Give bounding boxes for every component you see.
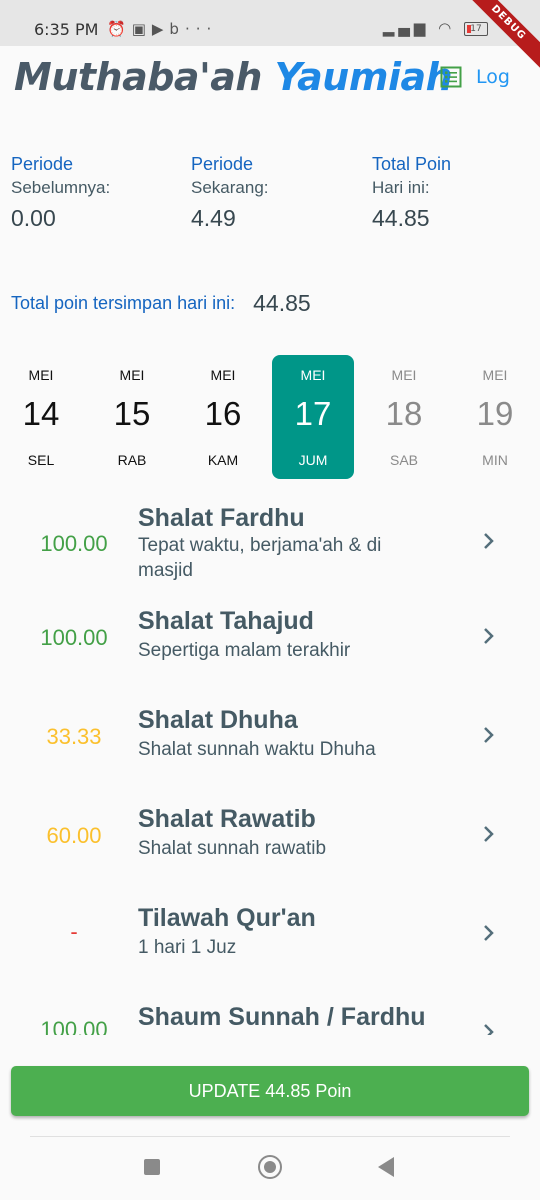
- date-item-selected[interactable]: MEI 17 JUM: [272, 355, 354, 479]
- activity-subtitle: Shalat sunnah waktu Dhuha: [138, 739, 376, 760]
- date-weekday: KAM: [207, 452, 239, 468]
- wifi-icon: ◠: [438, 19, 456, 37]
- stat-previous-period: Periode Sebelumnya: 0.00: [11, 152, 181, 234]
- status-notification-icons: ⏰▣▶b···: [107, 20, 217, 38]
- activity-points: 33.33: [46, 724, 102, 749]
- activity-title: Shalat Dhuha: [138, 706, 298, 734]
- date-month: MEI: [210, 367, 236, 383]
- status-time: 6:35 PM: [34, 20, 99, 39]
- activity-subtitle: 1 hari 1 Juz: [138, 937, 237, 958]
- battery-icon: 17: [464, 21, 488, 36]
- activity-item-shalat-dhuha[interactable]: 33.33 Shalat Dhuha Shalat sunnah waktu D…: [0, 693, 540, 789]
- activity-title: Shalat Tahajud: [138, 607, 314, 635]
- recent-apps-icon[interactable]: [144, 1159, 160, 1175]
- activity-points: 60.00: [46, 823, 102, 848]
- stat-current-period: Periode Sekarang: 4.49: [191, 152, 361, 234]
- activity-points: -: [70, 919, 78, 944]
- home-icon[interactable]: [258, 1155, 282, 1179]
- stat-label: Total Poin: [372, 154, 452, 174]
- date-month: MEI: [300, 367, 326, 383]
- date-item[interactable]: MEI 19 MIN: [454, 355, 536, 479]
- stat-label: Periode: [11, 154, 74, 174]
- chevron-right-icon: [484, 628, 494, 644]
- activity-subtitle: Tepat waktu, berjama'ah & di masjid: [138, 535, 382, 581]
- activity-list[interactable]: 100.00 Shalat Fardhu Tepat waktu, berjam…: [0, 495, 540, 1035]
- app-title: Muthaba'ah Yaumiah: [14, 55, 453, 99]
- alarm-icon: ⏰: [107, 20, 132, 38]
- saved-points-label: Total poin tersimpan hari ini:: [11, 293, 236, 313]
- activity-points: 100.00: [40, 625, 108, 650]
- activity-points: 100.00: [40, 1017, 108, 1035]
- app-title-part2: Yaumiah: [274, 55, 453, 99]
- date-number: 15: [113, 395, 151, 432]
- stat-sublabel: Sebelumnya:: [11, 178, 111, 197]
- activity-subtitle: Shalat sunnah rawatib: [138, 838, 327, 859]
- chevron-right-icon: [484, 1024, 494, 1035]
- chevron-right-icon: [484, 925, 494, 941]
- stat-value: 44.85: [372, 205, 430, 231]
- activity-subtitle: Sepertiga malam terakhir: [138, 640, 351, 661]
- date-item[interactable]: MEI 18 SAB: [363, 355, 445, 479]
- date-weekday: SEL: [27, 452, 55, 468]
- activity-item-shalat-tahajud[interactable]: 100.00 Shalat Tahajud Sepertiga malam te…: [0, 594, 540, 690]
- date-month: MEI: [28, 367, 54, 383]
- activity-item-tilawah-quran[interactable]: - Tilawah Qur'an 1 hari 1 Juz: [0, 891, 540, 987]
- stat-sublabel: Sekarang:: [191, 178, 269, 197]
- chevron-right-icon: [484, 727, 494, 743]
- date-weekday: MIN: [482, 452, 508, 468]
- activity-title: Tilawah Qur'an: [138, 904, 316, 932]
- date-item[interactable]: MEI 14 SEL: [0, 355, 82, 479]
- date-number: 18: [385, 395, 423, 432]
- stat-value: 0.00: [11, 205, 56, 231]
- date-weekday: SAB: [389, 452, 418, 468]
- stat-sublabel: Hari ini:: [372, 178, 430, 197]
- status-bar: 6:35 PM ⏰▣▶b··· ▂▄▆ ◠ 17: [0, 0, 540, 46]
- date-number: 19: [476, 395, 514, 432]
- chevron-right-icon: [484, 533, 494, 549]
- date-number: 17: [294, 395, 332, 432]
- saved-points: Total poin tersimpan hari ini: 44.85: [11, 290, 311, 317]
- system-nav-bar: [0, 1137, 540, 1200]
- date-number: 14: [22, 395, 60, 432]
- activity-item-shalat-fardhu[interactable]: 100.00 Shalat Fardhu Tepat waktu, berjam…: [0, 495, 540, 591]
- stat-label: Periode: [191, 154, 254, 174]
- shopee-icon: ▣: [131, 20, 152, 38]
- stat-value: 4.49: [191, 205, 236, 231]
- date-month: MEI: [119, 367, 145, 383]
- date-weekday: JUM: [298, 452, 328, 468]
- chevron-right-icon: [484, 826, 494, 842]
- saved-points-value: 44.85: [253, 290, 311, 316]
- date-month: MEI: [482, 367, 508, 383]
- activity-item-shalat-rawatib[interactable]: 60.00 Shalat Rawatib Shalat sunnah rawat…: [0, 792, 540, 888]
- video-icon: ▶: [151, 20, 170, 38]
- more-icon: ···: [184, 20, 218, 38]
- date-month: MEI: [391, 367, 417, 383]
- date-item[interactable]: MEI 16 KAM: [182, 355, 264, 479]
- back-icon[interactable]: [378, 1157, 394, 1177]
- activity-title: Shalat Rawatib: [138, 805, 316, 833]
- update-button[interactable]: UPDATE 44.85 Poin: [11, 1066, 529, 1116]
- activity-title: Shaum Sunnah / Fardhu: [138, 1003, 426, 1031]
- log-button[interactable]: Log: [440, 66, 510, 88]
- activity-points: 100.00: [40, 531, 108, 556]
- app-title-part1: Muthaba'ah: [14, 55, 262, 99]
- date-number: 16: [204, 395, 242, 432]
- activity-item-shaum[interactable]: 100.00 Shaum Sunnah / Fardhu: [0, 990, 540, 1035]
- signal-icon: ▂▄▆: [382, 19, 430, 37]
- list-icon: [440, 66, 462, 88]
- status-system-icons: ▂▄▆ ◠ 17: [383, 19, 488, 37]
- b-icon: b: [169, 20, 185, 38]
- log-label: Log: [476, 66, 510, 88]
- activity-title: Shalat Fardhu: [138, 504, 305, 532]
- date-weekday: RAB: [117, 452, 147, 468]
- stat-total-today: Total Poin Hari ini: 44.85: [372, 152, 540, 234]
- date-item[interactable]: MEI 15 RAB: [91, 355, 173, 479]
